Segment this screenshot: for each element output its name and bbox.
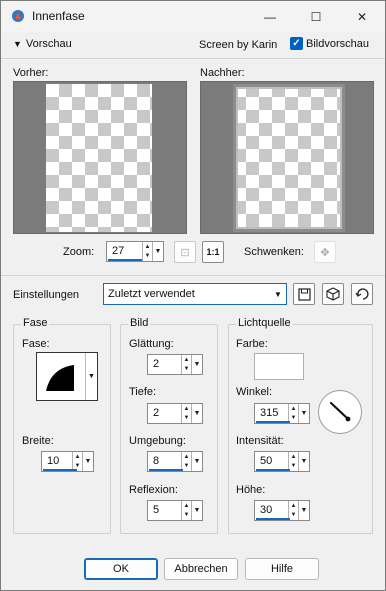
hoehe-value[interactable]: 30 — [255, 501, 290, 520]
lichtquelle-group-title: Lichtquelle — [236, 317, 293, 329]
zoom-fit-icon: ⊡ — [180, 246, 190, 259]
zoom-value[interactable]: 27 — [107, 242, 142, 261]
paintshop-app-icon — [12, 10, 24, 22]
chevron-down-icon[interactable]: ▼ — [191, 355, 202, 374]
minimize-button[interactable]: — — [247, 1, 293, 32]
chevron-down-icon[interactable]: ▼ — [191, 404, 202, 423]
intensitaet-value[interactable]: 50 — [255, 452, 290, 471]
chevron-down-icon[interactable]: ▼ — [191, 452, 202, 471]
preset-dropdown[interactable]: Zuletzt verwendet ▼ — [103, 283, 287, 305]
reflexion-stepper[interactable]: 5 ▲ ▼ ▼ — [147, 500, 203, 521]
nachher-label: Nachher: — [200, 67, 245, 79]
minimize-icon: — — [264, 9, 276, 24]
zoom-stepper[interactable]: 27 ▲ ▼ ▼ — [106, 241, 164, 262]
stepper-arrows-icon[interactable]: ▲ ▼ — [181, 404, 191, 423]
umgebung-label: Umgebung: — [129, 435, 186, 447]
schwenken-label: Schwenken: — [244, 246, 304, 258]
chevron-down-icon: ▼ — [274, 289, 282, 299]
chevron-down-icon[interactable]: ▼ — [191, 501, 202, 520]
umgebung-stepper[interactable]: 8 ▲ ▼ ▼ — [147, 451, 203, 472]
chevron-down-icon: ▼ — [13, 39, 22, 49]
fase-label: Fase: — [22, 338, 50, 350]
bildvorschau-checkbox[interactable]: ✓ Bildvorschau — [290, 37, 369, 50]
angle-dial-needle-icon — [329, 401, 351, 422]
save-preset-button[interactable] — [293, 283, 315, 305]
reflexion-value[interactable]: 5 — [148, 501, 181, 520]
close-icon: ✕ — [356, 9, 368, 24]
light-color-swatch[interactable] — [254, 353, 304, 380]
chevron-down-icon[interactable]: ▼ — [152, 242, 163, 261]
intensitaet-label: Intensität: — [236, 435, 284, 447]
chevron-down-icon[interactable]: ▼ — [82, 452, 93, 471]
winkel-label: Winkel: — [236, 386, 273, 398]
pan-button[interactable]: ✥ — [314, 241, 336, 263]
dice-icon — [326, 287, 340, 301]
chevron-down-icon[interactable]: ▼ — [85, 353, 97, 400]
preview-toggle[interactable]: ▼ Vorschau — [13, 38, 72, 50]
tiefe-value[interactable]: 2 — [148, 404, 181, 423]
bevel-shape-picker[interactable]: ▼ — [36, 352, 98, 401]
move-icon: ✥ — [320, 246, 330, 259]
close-button[interactable]: ✕ — [339, 1, 385, 32]
maximize-button[interactable]: ☐ — [293, 1, 339, 32]
ok-button[interactable]: OK — [84, 558, 158, 580]
breite-label: Breite: — [22, 435, 54, 447]
title-bar[interactable]: Innenfase — ☐ ✕ — [1, 1, 385, 32]
preview-header: ▼ Vorschau Screen by Karin ✓ Bildvorscha… — [1, 32, 385, 57]
breite-stepper[interactable]: 10 ▲ ▼ ▼ — [41, 451, 94, 472]
reflexion-label: Reflexion: — [129, 484, 178, 496]
winkel-value[interactable]: 315 — [255, 404, 290, 423]
glaettung-value[interactable]: 2 — [148, 355, 181, 374]
hoehe-stepper[interactable]: 30 ▲ ▼ ▼ — [254, 500, 310, 521]
vorher-label: Vorher: — [13, 67, 49, 79]
randomize-button[interactable] — [322, 283, 344, 305]
reset-icon — [355, 288, 369, 300]
einstellungen-label: Einstellungen — [13, 289, 80, 301]
screen-by-text: Screen by Karin — [199, 39, 278, 51]
hilfe-button[interactable]: Hilfe — [245, 558, 319, 580]
bevel-shape-icon — [46, 365, 74, 391]
divider — [1, 58, 385, 59]
glaettung-label: Glättung: — [129, 338, 174, 350]
glaettung-stepper[interactable]: 2 ▲ ▼ ▼ — [147, 354, 203, 375]
fase-group-title: Fase — [21, 317, 50, 329]
bild-group-title: Bild — [128, 317, 151, 329]
checkmark-icon: ✓ — [290, 37, 303, 50]
breite-value[interactable]: 10 — [42, 452, 77, 471]
farbe-label: Farbe: — [236, 338, 268, 350]
before-preview-image — [46, 84, 152, 232]
after-preview-pane[interactable] — [200, 81, 374, 234]
stepper-arrows-icon[interactable]: ▲ ▼ — [181, 355, 191, 374]
stepper-arrows-icon[interactable]: ▲ ▼ — [181, 501, 191, 520]
tiefe-label: Tiefe: — [129, 386, 157, 398]
angle-dial[interactable] — [318, 390, 362, 434]
actual-size-button[interactable]: 1:1 — [202, 241, 224, 263]
save-icon — [297, 287, 311, 301]
winkel-stepper[interactable]: 315 ▲ ▼ ▼ — [254, 403, 310, 424]
innenfase-dialog: Innenfase — ☐ ✕ ▼ Vorschau Screen by Kar… — [0, 0, 386, 591]
window-title: Innenfase — [32, 9, 85, 23]
bildvorschau-label: Bildvorschau — [306, 37, 369, 50]
reset-button[interactable] — [351, 283, 373, 305]
abbrechen-button[interactable]: Abbrechen — [164, 558, 238, 580]
intensitaet-stepper[interactable]: 50 ▲ ▼ ▼ — [254, 451, 310, 472]
preview-toggle-label: Vorschau — [25, 38, 72, 50]
chevron-down-icon[interactable]: ▼ — [298, 452, 309, 471]
after-preview-image — [233, 84, 345, 232]
umgebung-value[interactable]: 8 — [148, 452, 183, 471]
before-preview-pane[interactable] — [13, 81, 187, 234]
zoom-label: Zoom: — [63, 246, 95, 258]
maximize-icon: ☐ — [310, 9, 322, 24]
actual-size-icon: 1:1 — [206, 247, 220, 257]
divider — [1, 275, 385, 276]
tiefe-stepper[interactable]: 2 ▲ ▼ ▼ — [147, 403, 203, 424]
chevron-down-icon[interactable]: ▼ — [298, 404, 309, 423]
hoehe-label: Höhe: — [236, 484, 266, 496]
zoom-fit-button[interactable]: ⊡ — [174, 241, 196, 263]
preset-value: Zuletzt verwendet — [108, 288, 195, 300]
chevron-down-icon[interactable]: ▼ — [298, 501, 309, 520]
stepper-arrows-icon[interactable]: ▲ ▼ — [142, 242, 152, 261]
